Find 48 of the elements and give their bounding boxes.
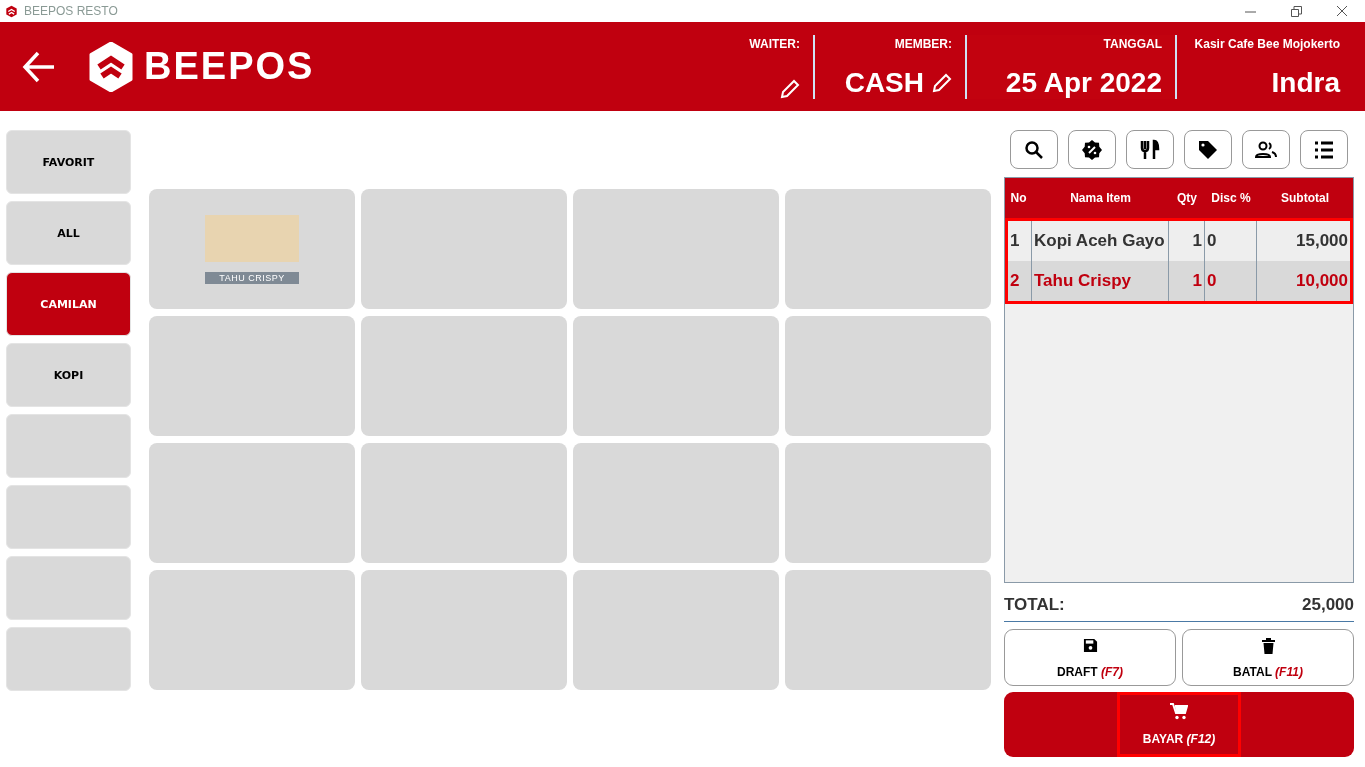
cashier-label: Kasir Cafe Bee Mojokerto (1194, 36, 1340, 51)
dine-in-button[interactable] (1126, 130, 1174, 169)
customer-button[interactable] (1242, 130, 1290, 169)
people-icon (1255, 139, 1277, 160)
cashier-name: Indra (1271, 66, 1340, 99)
product-tile[interactable]: TAHU CRISPY (149, 189, 355, 309)
total-label: TOTAL: (1004, 595, 1065, 615)
fork-knife-icon (1139, 138, 1161, 161)
column-header: Subtotal (1280, 191, 1330, 205)
date-label: TANGGAL (1103, 36, 1162, 51)
total-value: 25,000 (1302, 595, 1354, 615)
hexagon-logo-icon (88, 41, 134, 92)
brand-name: BEEPOS (144, 45, 315, 88)
close-icon[interactable] (1336, 5, 1348, 17)
category-button[interactable]: FAVORIT (6, 130, 131, 194)
back-arrow-icon[interactable] (22, 49, 56, 84)
order-row[interactable]: 2 Tahu Crispy 1 0 10,000 (1008, 261, 1350, 301)
app-logo-icon (5, 4, 18, 18)
column-header: Qty (1176, 191, 1198, 205)
list-button[interactable] (1300, 130, 1348, 169)
window-title: BEEPOS RESTO (24, 4, 119, 18)
search-button[interactable] (1010, 130, 1058, 169)
search-icon (1024, 139, 1044, 160)
category-button[interactable]: CAMILAN (6, 272, 131, 336)
column-header: No (1009, 191, 1028, 205)
category-button[interactable]: KOPI (6, 343, 131, 407)
member-label: MEMBER: (894, 36, 952, 51)
draft-button[interactable]: DRAFT (F7) (1004, 629, 1176, 686)
column-header: Nama Item (1069, 191, 1132, 205)
list-icon (1314, 140, 1334, 159)
order-row[interactable]: 1 Kopi Aceh Gayo 1 0 15,000 (1008, 221, 1350, 261)
pay-button[interactable]: BAYAR (F12) (1117, 692, 1241, 757)
category-button[interactable]: ALL (6, 201, 131, 265)
waiter-label: WAITER: (749, 36, 800, 51)
pencil-icon[interactable] (780, 78, 800, 99)
tag-button[interactable] (1184, 130, 1232, 169)
discount-button[interactable] (1068, 130, 1116, 169)
date-value: 25 Apr 2022 (1005, 66, 1162, 99)
pencil-icon[interactable] (932, 72, 952, 93)
cart-icon (1170, 703, 1188, 720)
member-value: CASH (844, 66, 924, 99)
product-name: TAHU CRISPY (205, 271, 299, 284)
column-header: Disc % (1210, 191, 1252, 205)
restore-icon[interactable] (1290, 5, 1302, 17)
trash-can-icon (1261, 638, 1275, 654)
batal-button[interactable]: BATAL (F11) (1182, 629, 1354, 686)
tag-icon (1197, 138, 1219, 161)
discount-badge-icon (1081, 138, 1103, 161)
